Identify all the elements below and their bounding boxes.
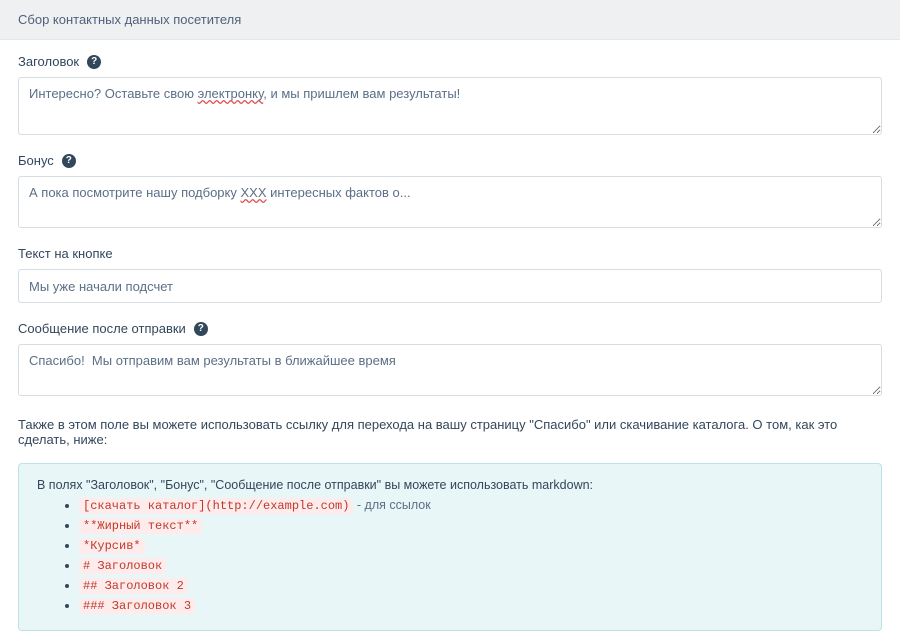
help-icon[interactable]: ? [194,322,208,336]
info-list: [скачать каталог](http://example.com) - … [79,498,863,613]
field-heading: Заголовок ? Интересно? Оставьте свою эле… [18,54,882,135]
field-bonus-label: Бонус [18,153,54,168]
info-code: ### Заголовок 3 [79,598,195,614]
field-button-text-label-row: Текст на кнопке [18,246,882,261]
info-item: *Курсив* [79,538,863,553]
heading-textarea[interactable]: Интересно? Оставьте свою электронку, и м… [18,77,882,135]
field-after-submit-label: Сообщение после отправки [18,321,186,336]
heading-value-pre: Интересно? Оставьте свою [29,86,198,101]
heading-value-spell: электронку [198,86,264,101]
info-item: ### Заголовок 3 [79,598,863,613]
field-bonus: Бонус ? А пока посмотрите нашу подборку … [18,153,882,228]
help-icon[interactable]: ? [87,55,101,69]
info-item: **Жирный текст** [79,518,863,533]
info-code: ## Заголовок 2 [79,578,188,594]
info-suffix: - для ссылок [353,498,430,512]
after-submit-textarea[interactable] [18,344,882,396]
note-text: Также в этом поле вы можете использовать… [18,417,882,447]
field-after-submit-label-row: Сообщение после отправки ? [18,321,882,336]
panel-header: Сбор контактных данных посетителя [0,0,900,40]
field-heading-label: Заголовок [18,54,79,69]
field-button-text: Текст на кнопке [18,246,882,303]
field-after-submit: Сообщение после отправки ? [18,321,882,399]
button-text-input[interactable] [18,269,882,303]
field-heading-label-row: Заголовок ? [18,54,882,69]
bonus-value-pre: А пока посмотрите нашу подборку [29,185,241,200]
bonus-textarea[interactable]: А пока посмотрите нашу подборку XXX инте… [18,176,882,228]
help-icon[interactable]: ? [62,154,76,168]
info-item: ## Заголовок 2 [79,578,863,593]
info-code: *Курсив* [79,538,145,554]
form-body: Заголовок ? Интересно? Оставьте свою эле… [0,40,900,463]
info-item: # Заголовок [79,558,863,573]
info-code: **Жирный текст** [79,518,202,534]
panel-title: Сбор контактных данных посетителя [18,12,241,27]
info-code: # Заголовок [79,558,166,574]
info-item: [скачать каталог](http://example.com) - … [79,498,863,513]
markdown-info-box: В полях "Заголовок", "Бонус", "Сообщение… [18,463,882,631]
info-intro: В полях "Заголовок", "Бонус", "Сообщение… [37,478,863,492]
info-code: [скачать каталог](http://example.com) [79,498,353,514]
field-button-text-label: Текст на кнопке [18,246,113,261]
heading-value-post: , и мы пришлем вам результаты! [263,86,460,101]
field-bonus-label-row: Бонус ? [18,153,882,168]
bonus-value-spell: XXX [241,185,267,200]
bonus-value-post: интересных фактов о... [267,185,411,200]
